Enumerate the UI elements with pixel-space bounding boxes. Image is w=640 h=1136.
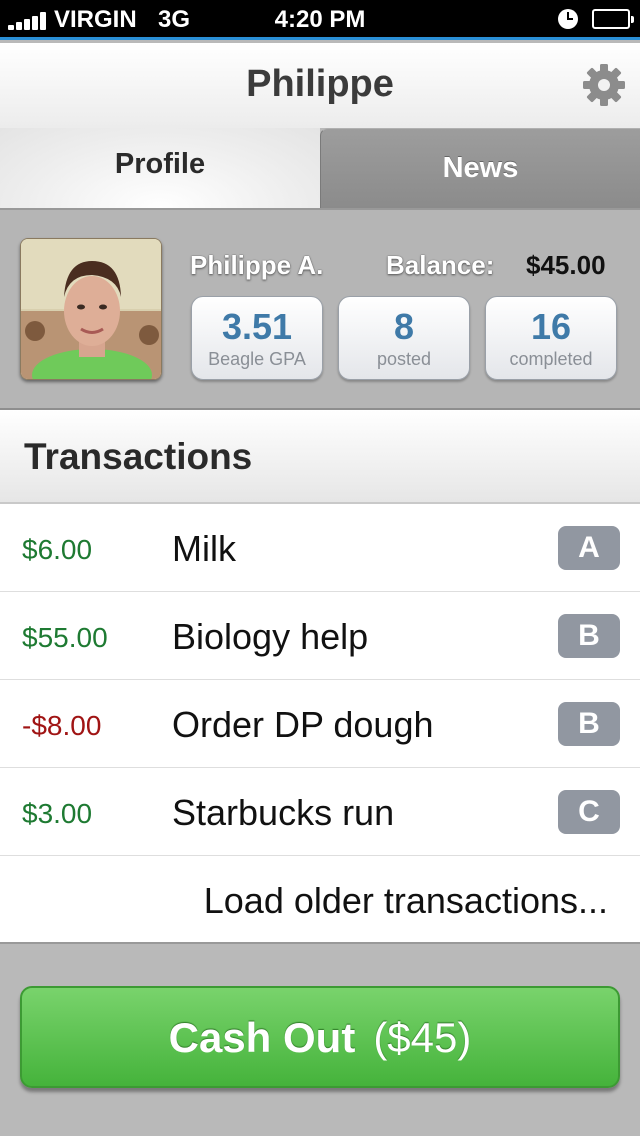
transaction-amount: $6.00 [22, 534, 93, 565]
transaction-grade-badge: A [558, 526, 620, 570]
transactions-header: Transactions [0, 410, 640, 504]
load-older-transactions-button[interactable]: Load older transactions... [0, 856, 640, 944]
stat-label: posted [376, 349, 432, 369]
stat-card-posted: 8 posted [338, 296, 470, 380]
stat-card-completed: 16 completed [485, 296, 617, 380]
transaction-amount: $55.00 [22, 622, 108, 653]
transaction-amount: $3.00 [22, 798, 93, 829]
transaction-row[interactable]: -$8.00 Order DP dough B [0, 680, 640, 768]
cash-out-amount: ($45) [373, 1014, 472, 1061]
balance-label: Balance: [386, 250, 495, 280]
profile-panel: Philippe A. Balance: $45.00 3.51 Beagle … [0, 208, 640, 410]
cash-out-label: Cash Out [168, 1014, 356, 1061]
stat-card-gpa: 3.51 Beagle GPA [191, 296, 323, 380]
gear-icon[interactable] [580, 61, 628, 109]
battery-icon [592, 9, 634, 29]
transaction-description: Starbucks run [172, 792, 395, 833]
stat-value: 16 [530, 306, 572, 347]
tab-news[interactable]: News [320, 128, 640, 208]
transaction-amount: -$8.00 [22, 710, 102, 741]
transaction-description: Order DP dough [172, 704, 434, 745]
transaction-row[interactable]: $55.00 Biology help B [0, 592, 640, 680]
alarm-clock-icon [558, 9, 578, 29]
balance-value: $45.00 [526, 250, 606, 280]
user-name: Philippe A. [190, 250, 324, 280]
cash-out-button[interactable]: Cash Out ($45) [20, 986, 620, 1088]
transaction-row[interactable]: $3.00 Starbucks run C [0, 768, 640, 856]
stat-value: 3.51 [221, 306, 293, 347]
status-time: 4:20 PM [274, 6, 366, 33]
transaction-description: Milk [172, 528, 236, 569]
transactions-list: $6.00 Milk A $55.00 Biology help B -$8.0… [0, 504, 640, 944]
navigation-bar: Philippe [0, 43, 640, 128]
transaction-row[interactable]: $6.00 Milk A [0, 504, 640, 592]
transaction-grade-badge: C [558, 790, 620, 834]
page-title: Philippe [246, 63, 394, 105]
transactions-title: Transactions [24, 436, 253, 477]
stat-label: Beagle GPA [208, 349, 306, 369]
status-bar-accent-line [0, 37, 640, 40]
stat-value: 8 [393, 306, 415, 347]
status-bar: VIRGIN 3G 4:20 PM [0, 0, 640, 40]
stat-label: completed [509, 349, 593, 369]
transaction-grade-badge: B [558, 702, 620, 746]
transaction-grade-badge: B [558, 614, 620, 658]
tab-bar: Profile News [0, 128, 640, 208]
load-older-label: Load older transactions... [203, 880, 608, 921]
avatar [20, 238, 162, 380]
tab-profile[interactable]: Profile [0, 128, 320, 208]
transaction-description: Biology help [172, 616, 369, 657]
